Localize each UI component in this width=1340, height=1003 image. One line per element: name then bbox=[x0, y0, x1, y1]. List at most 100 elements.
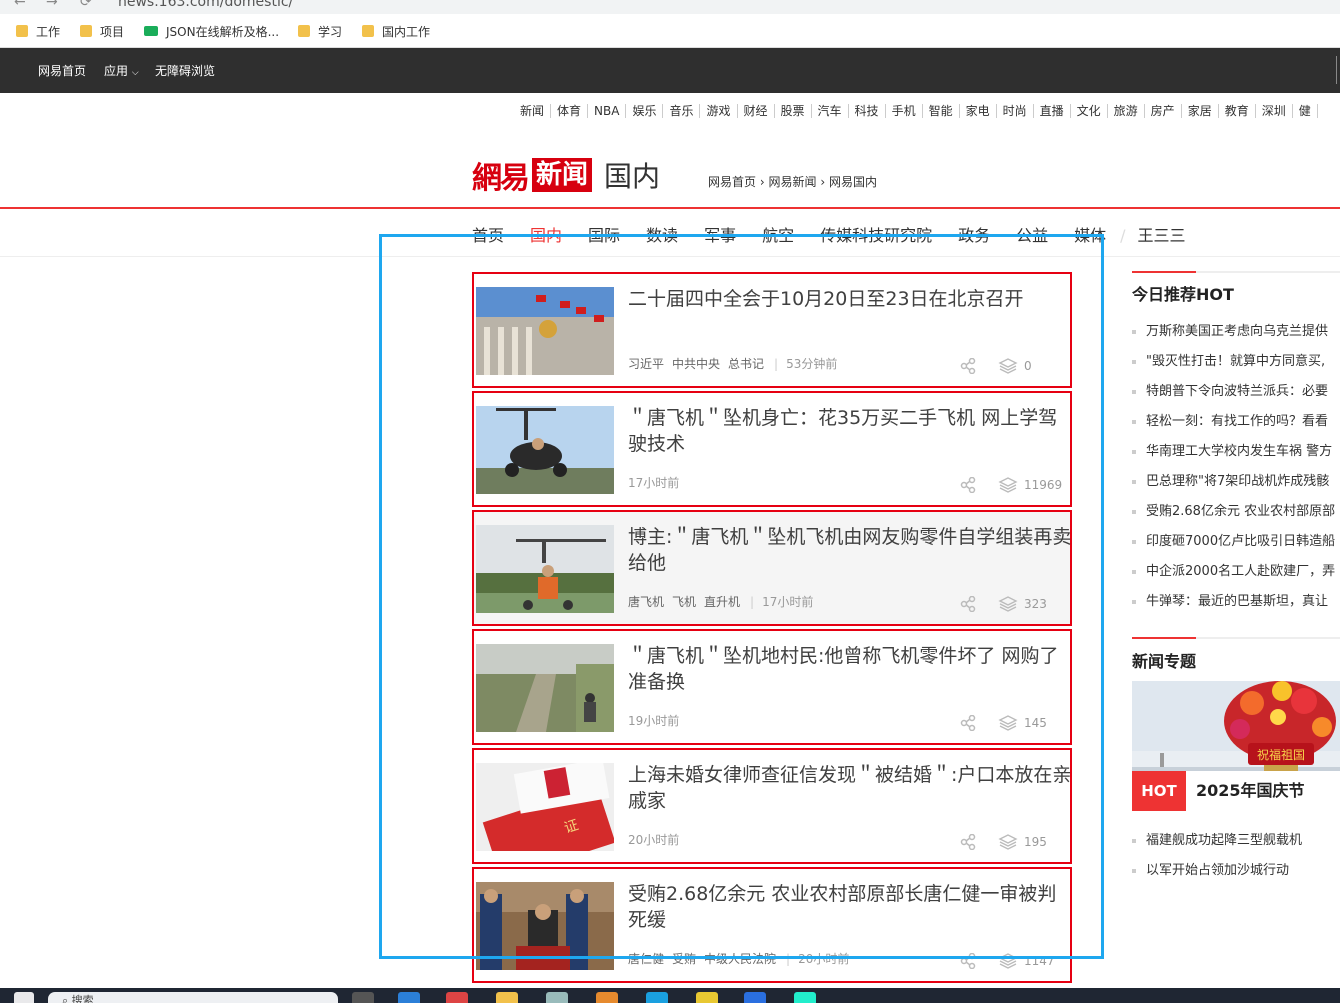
news-item[interactable]: 受贿2.68亿余元 农业农村部原部长唐仁健一审被判死缓 唐仁健 受贿 中级人民法院 | 2… bbox=[472, 867, 1072, 983]
app-icon[interactable] bbox=[596, 992, 618, 1003]
bookmark-work[interactable]: 工作 bbox=[16, 22, 60, 40]
forward-icon[interactable]: → bbox=[46, 0, 58, 10]
hot-item[interactable]: 受贿2.68亿余元 农业农村部原部 bbox=[1132, 500, 1340, 519]
news-item[interactable]: 证上海未婚女律师查征信发现＂被结婚＂:户口本放在亲戚家 20小时前 195 bbox=[472, 748, 1072, 864]
nav-item[interactable]: 数读 bbox=[646, 222, 678, 246]
taskbar-search-box[interactable]: ⌕ 搜索 bbox=[48, 992, 338, 1003]
channel-link[interactable]: 游戏 bbox=[700, 104, 738, 118]
news-tag[interactable]: 中共中央 bbox=[672, 357, 720, 371]
news-thumbnail[interactable]: 证 bbox=[476, 763, 614, 851]
share-icon[interactable] bbox=[960, 833, 976, 851]
channel-link[interactable]: 教育 bbox=[1219, 104, 1256, 118]
share-icon[interactable] bbox=[960, 595, 976, 613]
news-title[interactable]: 博主:＂唐飞机＂坠机飞机由网友购零件自学组装再卖给他 bbox=[628, 524, 1074, 576]
reload-icon[interactable]: ⟳ bbox=[80, 0, 92, 10]
news-thumbnail[interactable] bbox=[476, 882, 614, 970]
comment-icon[interactable] bbox=[998, 953, 1018, 969]
nav-item[interactable]: 航空 bbox=[762, 222, 794, 246]
channel-link[interactable]: 体育 bbox=[551, 104, 589, 118]
chrome-icon[interactable] bbox=[446, 992, 468, 1003]
nav-item[interactable]: 首页 bbox=[472, 222, 504, 246]
news-item[interactable]: ＂唐飞机＂坠机地村民:他曾称飞机零件坏了 网购了准备换 19小时前 145 bbox=[472, 629, 1072, 745]
news-tag[interactable]: 总书记 bbox=[728, 357, 764, 371]
news-thumbnail[interactable] bbox=[476, 406, 614, 494]
news-title[interactable]: 受贿2.68亿余元 农业农村部原部长唐仁健一审被判死缓 bbox=[628, 881, 1074, 933]
hot-item[interactable]: 巴总理称"将7架印战机炸成残骸 bbox=[1132, 470, 1340, 489]
browser-address-bar[interactable]: ← → ⟳ news.163.com/domestic/ bbox=[0, 0, 1340, 14]
channel-link[interactable]: 房产 bbox=[1145, 104, 1182, 118]
app-icon[interactable] bbox=[794, 992, 816, 1003]
news-tag[interactable]: 习近平 bbox=[628, 357, 664, 371]
bookmark-json[interactable]: JSON在线解析及格... bbox=[144, 22, 279, 40]
hot-item[interactable]: 牛弹琴：最近的巴基斯坦，真让 bbox=[1132, 590, 1340, 609]
topbar-home-link[interactable]: 网易首页 bbox=[38, 62, 86, 79]
topic-title[interactable]: 2025年国庆节 bbox=[1186, 771, 1340, 811]
channel-link[interactable]: 家居 bbox=[1182, 104, 1219, 118]
share-icon[interactable] bbox=[960, 357, 976, 375]
channel-link[interactable]: 深圳 bbox=[1256, 104, 1293, 118]
channel-link[interactable]: 文化 bbox=[1071, 104, 1108, 118]
app-icon[interactable] bbox=[646, 992, 668, 1003]
channel-link[interactable]: 娱乐 bbox=[626, 104, 664, 118]
comment-icon[interactable] bbox=[998, 477, 1018, 493]
bookmark-project[interactable]: 项目 bbox=[80, 22, 124, 40]
hot-item[interactable]: 轻松一刻：有找工作的吗？看看 bbox=[1132, 410, 1340, 429]
news-thumbnail[interactable] bbox=[476, 525, 614, 613]
channel-link[interactable]: 音乐 bbox=[663, 104, 701, 118]
comment-icon[interactable] bbox=[998, 834, 1018, 850]
news-item[interactable]: ＂唐飞机＂坠机身亡：花35万买二手飞机 网上学驾驶技术 17小时前 11969 bbox=[472, 391, 1072, 507]
url-text[interactable]: news.163.com/domestic/ bbox=[118, 0, 293, 10]
file-explorer-icon[interactable] bbox=[496, 992, 518, 1003]
share-icon[interactable] bbox=[960, 714, 976, 732]
comment-count[interactable]: 11969 bbox=[1024, 478, 1062, 492]
news-tag[interactable]: 直升机 bbox=[704, 595, 740, 609]
bookmark-study[interactable]: 学习 bbox=[298, 22, 342, 40]
back-icon[interactable]: ← bbox=[14, 0, 26, 10]
channel-link[interactable]: 健 bbox=[1293, 104, 1318, 118]
share-icon[interactable] bbox=[960, 476, 976, 494]
comment-count[interactable]: 323 bbox=[1024, 597, 1047, 611]
nav-item[interactable]: 国内 bbox=[530, 222, 562, 246]
channel-link[interactable]: 智能 bbox=[923, 104, 960, 118]
channel-link[interactable]: NBA bbox=[588, 104, 627, 118]
news-item[interactable]: 二十届四中全会于10月20日至23日在北京召开 习近平 中共中央 总书记 | 53分钟前 0 bbox=[472, 272, 1072, 388]
channel-link[interactable]: 股票 bbox=[775, 104, 812, 118]
news-title[interactable]: 二十届四中全会于10月20日至23日在北京召开 bbox=[628, 286, 1074, 312]
news-tag[interactable]: 受贿 bbox=[672, 952, 696, 966]
comment-count[interactable]: 195 bbox=[1024, 835, 1047, 849]
hot-item[interactable]: 华南理工大学校内发生车祸 警方 bbox=[1132, 440, 1340, 459]
bookmark-domestic-work[interactable]: 国内工作 bbox=[362, 22, 430, 40]
task-view-icon[interactable] bbox=[352, 992, 374, 1003]
app-icon[interactable] bbox=[546, 992, 568, 1003]
nav-item[interactable]: 公益 bbox=[1016, 222, 1048, 246]
hot-item[interactable]: "毁灭性打击！就算中方同意买, bbox=[1132, 350, 1340, 369]
channel-link[interactable]: 旅游 bbox=[1108, 104, 1145, 118]
comment-count[interactable]: 1147 bbox=[1024, 954, 1055, 968]
news-title[interactable]: ＂唐飞机＂坠机身亡：花35万买二手飞机 网上学驾驶技术 bbox=[628, 405, 1074, 457]
nav-item[interactable]: 传媒科技研究院 bbox=[820, 222, 932, 246]
topic-item[interactable]: 以军开始占领加沙城行动 bbox=[1132, 859, 1340, 878]
channel-link[interactable]: 汽车 bbox=[812, 104, 849, 118]
channel-link[interactable]: 时尚 bbox=[997, 104, 1034, 118]
news-title[interactable]: 上海未婚女律师查征信发现＂被结婚＂:户口本放在亲戚家 bbox=[628, 762, 1074, 814]
channel-link[interactable]: 家电 bbox=[960, 104, 997, 118]
nav-item[interactable]: 军事 bbox=[704, 222, 736, 246]
windows-start-icon[interactable] bbox=[14, 992, 34, 1003]
news-tag[interactable]: 唐飞机 bbox=[628, 595, 664, 609]
site-logo[interactable]: 網易 新闻 国内 bbox=[472, 157, 660, 196]
hot-item[interactable]: 特朗普下令向波特兰派兵：必要 bbox=[1132, 380, 1340, 399]
comment-icon[interactable] bbox=[998, 715, 1018, 731]
app-icon[interactable] bbox=[744, 992, 766, 1003]
nav-item[interactable]: 媒体 bbox=[1074, 222, 1106, 246]
breadcrumb-item[interactable]: 网易新闻 bbox=[768, 175, 816, 189]
comment-icon[interactable] bbox=[998, 596, 1018, 612]
breadcrumb-item[interactable]: 网易国内 bbox=[829, 175, 877, 189]
news-tag[interactable]: 唐仁健 bbox=[628, 952, 664, 966]
hot-item[interactable]: 印度砸7000亿卢比吸引日韩造船 bbox=[1132, 530, 1340, 549]
nav-item[interactable]: 政务 bbox=[958, 222, 990, 246]
channel-link[interactable]: 科技 bbox=[849, 104, 886, 118]
channel-link[interactable]: 新闻 bbox=[514, 104, 552, 118]
news-thumbnail[interactable] bbox=[476, 287, 614, 375]
breadcrumb-item[interactable]: 网易首页 bbox=[708, 175, 756, 189]
news-tag[interactable]: 中级人民法院 bbox=[704, 952, 776, 966]
